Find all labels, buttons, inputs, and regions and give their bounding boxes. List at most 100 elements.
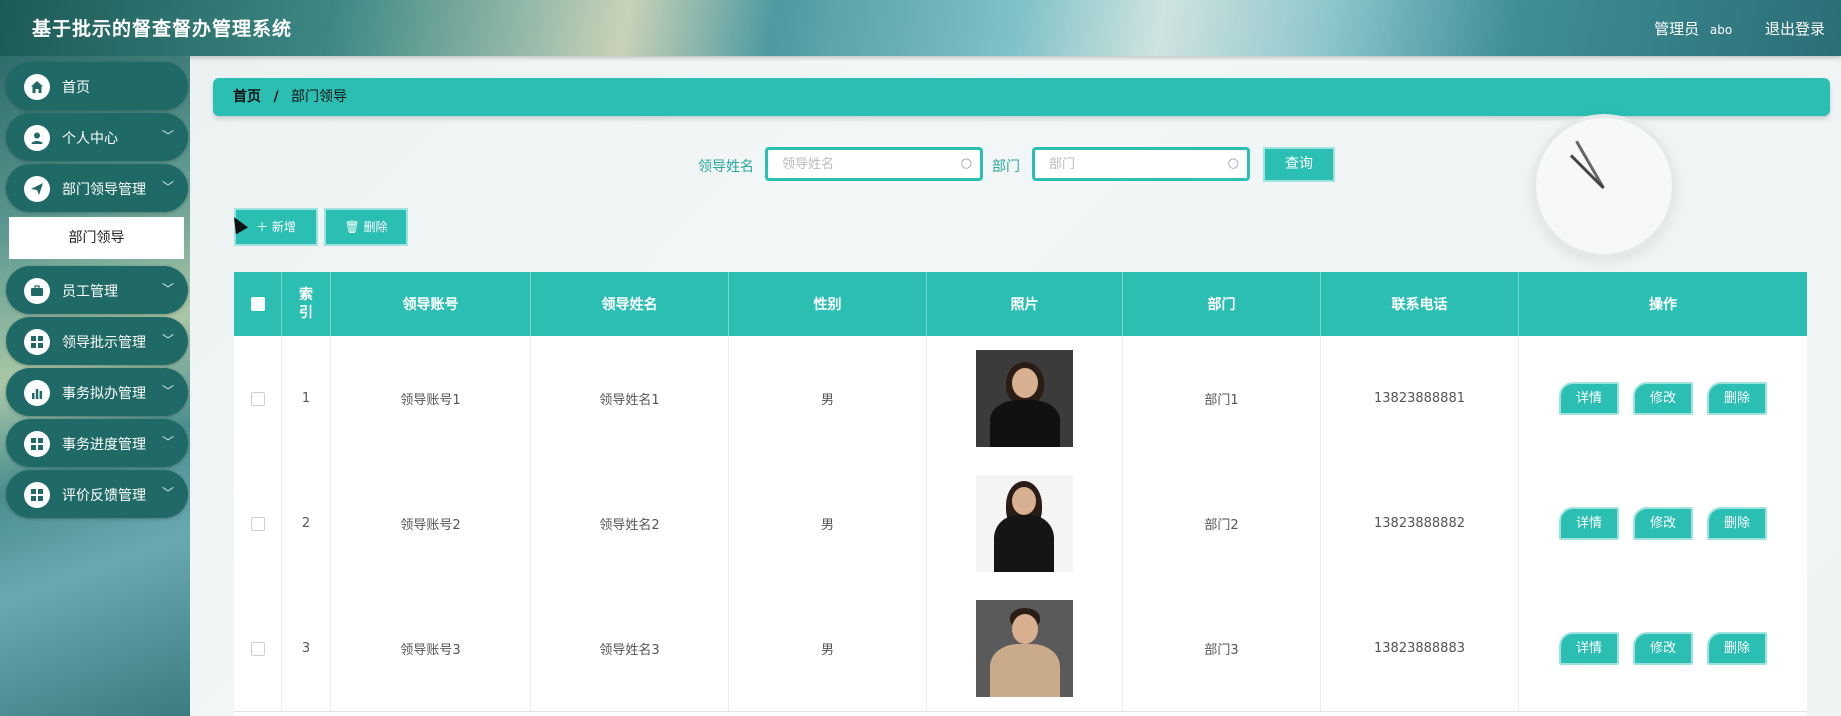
sidebar-item-label: 部门领导管理 xyxy=(62,182,146,198)
top-header: 基于批示的督查督办管理系统 管理员 abo 退出登录 xyxy=(0,0,1841,56)
row-checkbox-cell[interactable] xyxy=(234,586,282,711)
user-icon xyxy=(24,125,50,151)
delete-button[interactable]: 删除 xyxy=(1707,507,1767,540)
logout-link[interactable]: 退出登录 xyxy=(1765,20,1825,38)
chevron-down-icon: ﹀ xyxy=(161,486,174,500)
row-checkbox[interactable] xyxy=(250,516,265,531)
chevron-down-icon: ﹀ xyxy=(161,333,174,347)
delete-button[interactable]: 删除 xyxy=(1707,632,1767,665)
table-row: 2 领导账号2 领导姓名2 男 部门2 13823888882 详情 修改 删除 xyxy=(234,461,1807,587)
column-header-index: 索 引 xyxy=(282,272,331,336)
cell-operations: 详情 修改 删除 xyxy=(1519,336,1807,461)
user-name: abo xyxy=(1709,23,1733,37)
chevron-down-icon: ﹀ xyxy=(161,129,174,143)
sidebar-item-personal-center[interactable]: 个人中心 ﹀ xyxy=(6,113,188,161)
grid-icon xyxy=(24,329,50,355)
cell-photo xyxy=(927,461,1123,586)
column-header-account[interactable]: 领导账号 xyxy=(331,272,531,336)
detail-button[interactable]: 详情 xyxy=(1559,507,1619,540)
column-header-photo: 照片 xyxy=(927,272,1123,336)
leader-name-label: 领导姓名 xyxy=(698,159,754,175)
cell-operations: 详情 修改 删除 xyxy=(1519,461,1807,586)
sidebar-item-label: 领导批示管理 xyxy=(62,335,146,351)
dept-input[interactable] xyxy=(1035,150,1247,178)
submenu-item-dept-leader[interactable]: 部门领导 xyxy=(9,217,184,259)
breadcrumb-current: 部门领导 xyxy=(291,89,348,105)
cell-dept: 部门2 xyxy=(1123,461,1321,586)
cell-photo xyxy=(927,336,1123,461)
grid-icon xyxy=(24,482,50,508)
sidebar-item-affairs-draft-management[interactable]: 事务拟办管理 ﹀ xyxy=(6,368,188,416)
sidebar-item-leader-instruction-management[interactable]: 领导批示管理 ﹀ xyxy=(6,317,188,365)
photo-body xyxy=(990,400,1060,447)
sidebar-item-label: 事务拟办管理 xyxy=(62,386,146,402)
leader-photo[interactable] xyxy=(976,350,1073,447)
app-title: 基于批示的督查督办管理系统 xyxy=(32,18,293,40)
leader-photo[interactable] xyxy=(976,475,1073,572)
cell-dept: 部门3 xyxy=(1123,586,1321,711)
sidebar-item-label: 员工管理 xyxy=(62,284,118,300)
cell-operations: 详情 修改 删除 xyxy=(1519,586,1807,711)
row-checkbox[interactable] xyxy=(250,641,265,656)
photo-face xyxy=(1012,614,1038,644)
sidebar-item-dept-leader-management[interactable]: 部门领导管理 ﹀ xyxy=(6,164,188,212)
grid-icon xyxy=(24,431,50,457)
leader-name-search-field[interactable]: ○ xyxy=(765,147,983,181)
sidebar-item-home[interactable]: 首页 xyxy=(6,62,188,110)
sidebar-item-label: 评价反馈管理 xyxy=(62,488,146,504)
breadcrumb: 首页 / 部门领导 xyxy=(213,78,1830,116)
photo-body xyxy=(994,515,1054,572)
sidebar-item-affairs-progress-management[interactable]: 事务进度管理 ﹀ xyxy=(6,419,188,467)
breadcrumb-home[interactable]: 首页 xyxy=(233,89,261,105)
column-header-dept[interactable]: 部门 xyxy=(1123,272,1321,336)
search-icon: ○ xyxy=(1227,156,1239,171)
cell-photo xyxy=(927,586,1123,711)
dept-search-field[interactable]: ○ xyxy=(1032,147,1250,181)
detail-button[interactable]: 详情 xyxy=(1559,632,1619,665)
edit-button[interactable]: 修改 xyxy=(1633,632,1693,665)
cell-index: 2 xyxy=(282,461,331,586)
delete-button[interactable]: 删除 xyxy=(1707,382,1767,415)
photo-face xyxy=(1012,368,1038,398)
column-header-phone[interactable]: 联系电话 xyxy=(1321,272,1519,336)
chevron-down-icon: ﹀ xyxy=(161,282,174,296)
leader-photo[interactable] xyxy=(976,600,1073,697)
table-row: 3 领导账号3 领导姓名3 男 部门3 13823888883 详情 修改 删除 xyxy=(234,586,1807,712)
edit-button[interactable]: 修改 xyxy=(1633,507,1693,540)
role-label: 管理员 xyxy=(1654,20,1700,38)
cell-name: 领导姓名1 xyxy=(531,336,729,461)
cell-account: 领导账号3 xyxy=(331,586,531,711)
cell-index: 1 xyxy=(282,336,331,461)
column-header-operation: 操作 xyxy=(1649,297,1677,313)
delete-selected-button[interactable]: 🗑 删除 xyxy=(324,208,408,246)
user-area: 管理员 abo 退出登录 xyxy=(1648,18,1825,39)
paper-plane-icon xyxy=(24,176,50,202)
detail-button[interactable]: 详情 xyxy=(1559,382,1619,415)
sidebar-item-employee-management[interactable]: 员工管理 ﹀ xyxy=(6,266,188,314)
chevron-down-icon: ﹀ xyxy=(161,180,174,194)
briefcase-icon xyxy=(24,278,50,304)
cell-phone: 13823888881 xyxy=(1321,336,1519,461)
table-row: 1 领导账号1 领导姓名1 男 部门1 13823888881 详情 修改 删除 xyxy=(234,336,1807,462)
row-checkbox-cell[interactable] xyxy=(234,461,282,586)
cell-gender: 男 xyxy=(729,461,927,586)
leader-name-input[interactable] xyxy=(768,150,980,178)
cell-gender: 男 xyxy=(729,336,927,461)
cell-index: 3 xyxy=(282,586,331,711)
query-button[interactable]: 查询 xyxy=(1263,147,1335,182)
select-all-checkbox[interactable] xyxy=(250,297,265,311)
cell-phone: 13823888882 xyxy=(1321,461,1519,586)
cell-name: 领导姓名2 xyxy=(531,461,729,586)
leader-table: 索 引 领导账号 领导姓名 性别 照片 部门 联系电话 操作 1 领导账号1 领… xyxy=(234,272,1807,716)
sidebar-item-evaluation-feedback-management[interactable]: 评价反馈管理 ﹀ xyxy=(6,470,188,518)
cell-gender: 男 xyxy=(729,586,927,711)
sidebar-item-label: 首页 xyxy=(62,80,90,96)
row-checkbox-cell[interactable] xyxy=(234,336,282,461)
select-all-checkbox-cell[interactable] xyxy=(234,272,282,336)
column-header-gender[interactable]: 性别 xyxy=(729,272,927,336)
column-header-name[interactable]: 领导姓名 xyxy=(531,272,729,336)
photo-body xyxy=(990,644,1060,697)
photo-face xyxy=(1012,487,1036,515)
edit-button[interactable]: 修改 xyxy=(1633,382,1693,415)
row-checkbox[interactable] xyxy=(250,391,265,406)
